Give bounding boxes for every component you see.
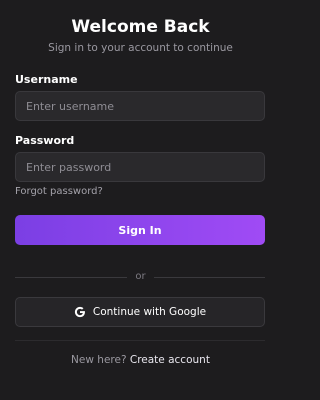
password-label: Password xyxy=(15,134,75,147)
divider-line-right xyxy=(154,277,265,278)
continue-with-google-button[interactable]: Continue with Google xyxy=(15,297,265,327)
username-label: Username xyxy=(15,73,78,86)
footer-question: New here? xyxy=(71,354,127,366)
username-input[interactable] xyxy=(15,91,265,121)
forgot-password-link[interactable]: Forgot password? xyxy=(15,186,103,197)
login-card: Welcome Back Sign in to your account to … xyxy=(0,0,281,400)
create-account-link[interactable]: Create account xyxy=(130,354,210,366)
sign-in-button[interactable]: Sign In xyxy=(15,215,265,245)
password-input[interactable] xyxy=(15,152,265,182)
footer: New here? Create account xyxy=(0,354,281,366)
page-title: Welcome Back xyxy=(71,17,210,37)
footer-divider xyxy=(15,340,265,341)
google-g-icon xyxy=(74,306,86,318)
google-button-label: Continue with Google xyxy=(92,306,207,318)
page-subtitle: Sign in to your account to continue xyxy=(48,42,233,54)
